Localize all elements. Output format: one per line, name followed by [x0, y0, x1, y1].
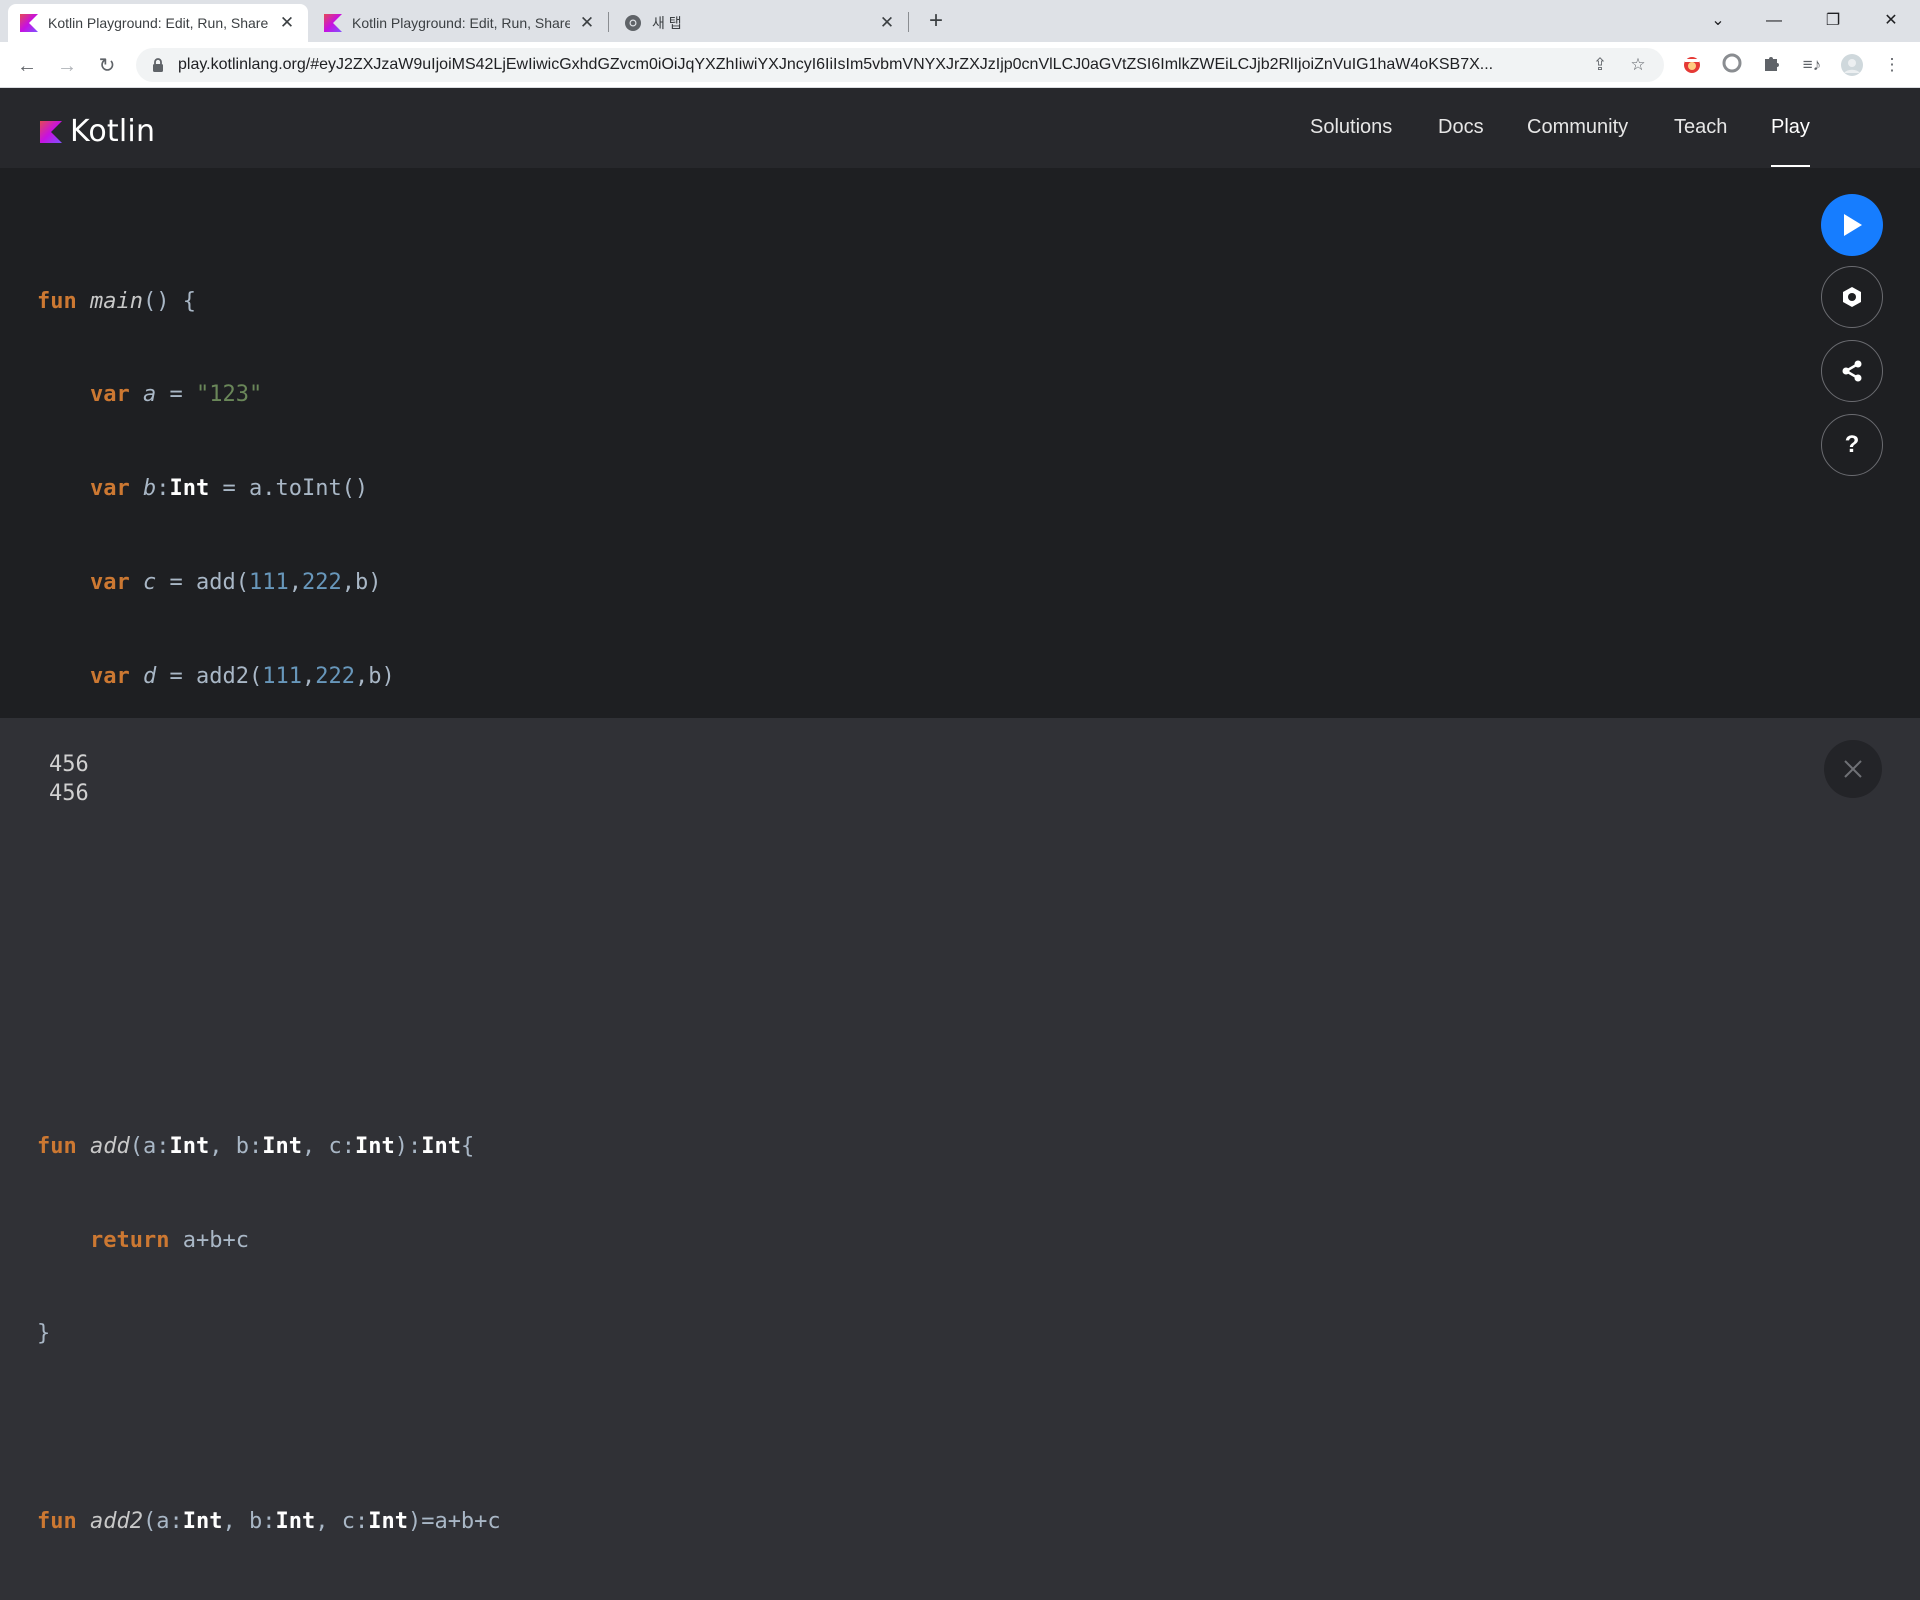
- address-bar[interactable]: play.kotlinlang.org/#eyJ2ZXJzaW9uIjoiMS4…: [136, 48, 1664, 82]
- nav-docs[interactable]: Docs: [1438, 116, 1484, 139]
- extension-santa-icon[interactable]: [1680, 53, 1704, 77]
- code-line[interactable]: var b:Int = a.toInt(): [37, 473, 501, 504]
- output-console: 456 456: [49, 750, 89, 808]
- nav-community[interactable]: Community: [1527, 116, 1628, 139]
- avatar[interactable]: [1840, 53, 1864, 77]
- browser-tab-strip: Kotlin Playground: Edit, Run, Share Kotl…: [0, 0, 1920, 42]
- code-line[interactable]: var a = "123": [37, 379, 501, 410]
- active-nav-indicator: [1771, 165, 1810, 167]
- kotlin-logo-icon: [40, 120, 62, 143]
- close-tab-icon[interactable]: ✕: [878, 13, 896, 33]
- new-tab-button[interactable]: +: [922, 8, 950, 36]
- restore-icon[interactable]: ❐: [1815, 6, 1851, 36]
- nav-teach[interactable]: Teach: [1674, 116, 1727, 139]
- run-icon: [1844, 214, 1862, 236]
- tab-search-icon[interactable]: ⌄: [1700, 6, 1736, 36]
- code-line[interactable]: var c = add(111,222,b): [37, 567, 501, 598]
- output-line: 456: [49, 781, 89, 806]
- code-editor[interactable]: fun main() { var a = "123" var b:Int = a…: [0, 168, 1920, 1534]
- extension-circle-icon[interactable]: [1720, 53, 1744, 77]
- code-line[interactable]: [37, 1412, 501, 1443]
- code-line[interactable]: return a+b+c: [37, 1225, 501, 1256]
- close-tab-icon[interactable]: ✕: [278, 13, 296, 33]
- run-button[interactable]: [1821, 194, 1883, 256]
- tab-title: 새 탭: [652, 15, 682, 31]
- share-icon: [1842, 360, 1862, 382]
- arrow-right-icon[interactable]: →: [53, 52, 81, 80]
- tab-title: Kotlin Playground: Edit, Run, Share Kotl…: [48, 15, 270, 31]
- code-line[interactable]: }: [37, 1318, 501, 1349]
- star-icon[interactable]: ☆: [1626, 53, 1650, 77]
- puzzle-icon[interactable]: [1760, 53, 1784, 77]
- reload-icon[interactable]: ↻: [93, 52, 121, 80]
- browser-tab-3[interactable]: 새 탭 ✕: [612, 4, 908, 42]
- share-button[interactable]: [1821, 340, 1883, 402]
- url-text[interactable]: play.kotlinlang.org/#eyJ2ZXJzaW9uIjoiMS4…: [178, 56, 1578, 74]
- output-line: 456: [49, 752, 89, 777]
- kotlin-favicon-icon: [324, 14, 342, 32]
- browser-toolbar: ← → ↻ play.kotlinlang.org/#eyJ2ZXJzaW9uI…: [0, 42, 1920, 88]
- tab-title: Kotlin Playground: Edit, Run, Share Kotl…: [352, 15, 570, 31]
- arrow-left-icon[interactable]: ←: [13, 52, 41, 80]
- share-page-icon[interactable]: ⇪: [1588, 53, 1612, 77]
- help-button[interactable]: ?: [1821, 414, 1883, 476]
- kebab-menu-icon[interactable]: ⋮: [1880, 53, 1904, 77]
- settings-button[interactable]: [1821, 266, 1883, 328]
- minimize-icon[interactable]: —: [1756, 6, 1792, 36]
- tab-separator: [608, 12, 609, 32]
- code-line[interactable]: fun add2(a:Int, b:Int, c:Int)=a+b+c: [37, 1506, 501, 1537]
- code-line[interactable]: fun main() {: [37, 286, 501, 317]
- nav-solutions[interactable]: Solutions: [1310, 116, 1392, 139]
- help-icon: ?: [1844, 431, 1860, 458]
- settings-icon: [1843, 287, 1861, 307]
- kotlin-favicon-icon: [20, 14, 38, 32]
- close-icon: [1844, 760, 1862, 778]
- close-tab-icon[interactable]: ✕: [578, 13, 596, 33]
- lock-icon[interactable]: [150, 57, 166, 73]
- nav-play[interactable]: Play: [1771, 116, 1810, 139]
- output-panel: 456 456: [0, 718, 1920, 1030]
- close-output-button[interactable]: [1824, 740, 1882, 798]
- code-line[interactable]: fun add(a:Int, b:Int, c:Int):Int{: [37, 1131, 501, 1162]
- chrome-newtab-icon: [625, 15, 641, 31]
- media-control-icon[interactable]: ≡♪: [1800, 53, 1824, 77]
- kotlin-logo[interactable]: Kotlin: [40, 114, 155, 149]
- code-line[interactable]: [37, 1037, 501, 1068]
- code-line[interactable]: var d = add2(111,222,b): [37, 661, 501, 692]
- browser-tab-2[interactable]: Kotlin Playground: Edit, Run, Share Kotl…: [312, 4, 608, 42]
- close-window-icon[interactable]: ✕: [1873, 6, 1909, 36]
- browser-tab-1[interactable]: Kotlin Playground: Edit, Run, Share Kotl…: [8, 4, 308, 42]
- tab-separator: [908, 12, 909, 32]
- logo-text: Kotlin: [70, 114, 156, 149]
- site-header: Kotlin Solutions Docs Community Teach Pl…: [0, 88, 1920, 168]
